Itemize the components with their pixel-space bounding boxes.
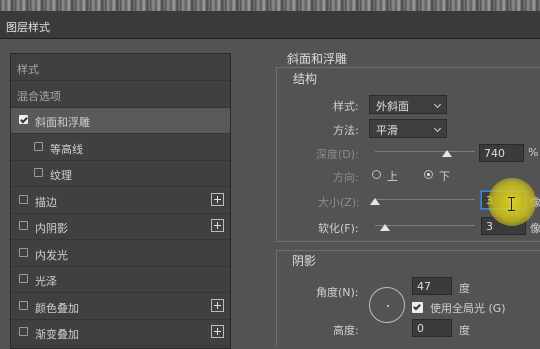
style-list-item[interactable]: 颜色叠加	[11, 294, 230, 320]
soften-label: 软化(F):	[318, 222, 359, 235]
style-label: 样式:	[333, 100, 359, 113]
soften-value: 3	[486, 220, 493, 233]
style-list-label: 斜面和浮雕	[35, 116, 90, 129]
style-select-value: 外斜面	[376, 100, 409, 113]
direction-down-label: 下	[439, 170, 450, 183]
depth-input[interactable]: 740	[479, 144, 524, 162]
global-light-label: 使用全局光 (G)	[430, 302, 506, 315]
style-checkbox[interactable]	[19, 327, 28, 336]
depth-label: 深度(D):	[316, 148, 359, 161]
add-style-icon[interactable]	[211, 219, 224, 232]
background-texture	[0, 0, 540, 11]
style-list-label: 混合选项	[17, 89, 61, 103]
dialog-title: 图层样式	[6, 21, 50, 34]
style-list-item[interactable]: 内阴影	[11, 214, 230, 240]
size-slider-track[interactable]	[375, 199, 475, 200]
style-checkbox[interactable]	[19, 274, 28, 283]
style-list-item[interactable]: 斜面和浮雕	[11, 108, 230, 134]
depth-slider-thumb[interactable]	[442, 150, 452, 157]
depth-unit: %	[528, 146, 539, 159]
style-list-label: 光泽	[35, 275, 57, 288]
depth-slider-track[interactable]	[375, 151, 475, 152]
styles-list-panel: 样式混合选项斜面和浮雕等高线纹理描边内阴影内发光光泽颜色叠加渐变叠加	[10, 53, 231, 349]
style-checkbox[interactable]	[19, 300, 28, 310]
size-slider-thumb[interactable]	[370, 198, 380, 205]
angle-input[interactable]: 47	[412, 277, 452, 295]
soften-slider-thumb[interactable]	[380, 224, 390, 231]
dialog-titlebar[interactable]: 图层样式	[0, 11, 540, 39]
shading-group-title: 阴影	[292, 254, 317, 268]
style-list-item[interactable]: 混合选项	[11, 82, 230, 108]
style-checkbox[interactable]	[34, 141, 43, 151]
depth-value: 740	[484, 147, 505, 160]
cursor-highlight	[488, 178, 536, 226]
style-list-label: 内发光	[35, 248, 68, 262]
angle-label: 角度(N):	[316, 286, 359, 299]
structure-group-title: 结构	[293, 72, 318, 86]
chevron-down-icon	[433, 100, 442, 109]
altitude-input[interactable]: 0	[412, 319, 452, 337]
style-list-label: 颜色叠加	[35, 301, 79, 315]
altitude-unit: 度	[459, 324, 470, 337]
style-list-item[interactable]: 光泽	[11, 267, 230, 293]
style-list-label: 内阴影	[35, 222, 68, 235]
direction-up-radio[interactable]	[372, 170, 381, 179]
style-list-label: 描边	[35, 195, 57, 209]
style-checkbox[interactable]	[34, 168, 43, 177]
global-light-checkbox[interactable]	[412, 302, 423, 313]
style-list-item[interactable]: 内发光	[11, 241, 230, 267]
add-style-icon[interactable]	[211, 325, 224, 338]
style-list-item[interactable]: 样式	[11, 55, 230, 81]
style-list-item[interactable]: 渐变叠加	[11, 320, 230, 346]
chevron-down-icon	[433, 124, 442, 133]
direction-up-label: 上	[387, 170, 398, 183]
direction-label: 方向:	[333, 171, 359, 184]
style-list-label: 渐变叠加	[35, 328, 79, 341]
style-checkbox[interactable]	[19, 221, 28, 230]
altitude-label: 高度:	[333, 324, 359, 337]
technique-label: 方法:	[333, 124, 359, 137]
style-list-label: 纹理	[50, 169, 72, 182]
style-list-label: 等高线	[50, 142, 83, 156]
style-checkbox[interactable]	[19, 115, 28, 124]
technique-select-value: 平滑	[376, 124, 398, 137]
style-list-item[interactable]: 纹理	[11, 161, 230, 187]
add-style-icon[interactable]	[211, 298, 224, 312]
style-select[interactable]: 外斜面	[369, 95, 447, 114]
bevel-section-title: 斜面和浮雕	[287, 52, 348, 66]
text-cursor-icon	[508, 197, 515, 211]
direction-down-radio[interactable]	[424, 170, 433, 179]
style-checkbox[interactable]	[19, 247, 28, 257]
altitude-value: 0	[417, 322, 424, 335]
technique-select[interactable]: 平滑	[369, 119, 447, 138]
style-list-label: 样式	[17, 63, 39, 76]
soften-unit: 像	[530, 222, 540, 235]
soften-slider-track[interactable]	[375, 225, 475, 226]
add-style-icon[interactable]	[211, 192, 224, 206]
style-list-item[interactable]: 描边	[11, 188, 230, 214]
angle-dial[interactable]	[369, 287, 405, 323]
angle-unit: 度	[459, 282, 470, 295]
angle-value: 47	[417, 280, 431, 293]
style-checkbox[interactable]	[19, 194, 28, 204]
size-label: 大小(Z):	[318, 196, 360, 209]
style-list-item[interactable]: 等高线	[11, 135, 230, 161]
